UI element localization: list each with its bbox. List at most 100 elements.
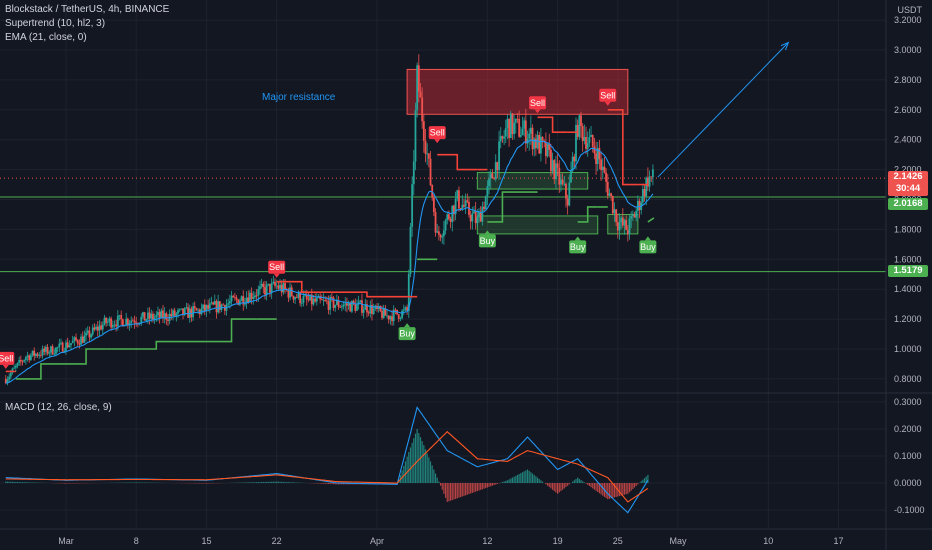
candle-body — [488, 178, 490, 187]
candle-body — [232, 295, 235, 298]
macd-legend[interactable]: MACD (12, 26, close, 9) — [5, 401, 112, 414]
candle-body — [434, 212, 437, 233]
macd-y-tick-label: 0.3000 — [894, 397, 922, 407]
candle-body — [367, 312, 370, 314]
candle-body — [501, 136, 504, 139]
candle-body — [100, 325, 103, 330]
candle-body — [48, 352, 51, 354]
candle-body — [9, 372, 12, 377]
candle-body — [120, 315, 123, 320]
candle-body — [496, 162, 499, 171]
candle-body — [539, 136, 542, 154]
candle-body — [106, 321, 109, 323]
candle-body — [421, 97, 424, 122]
candle-body — [91, 327, 94, 335]
signal-label: Sell — [269, 262, 284, 272]
candle-body — [464, 200, 467, 207]
candle-body — [529, 127, 532, 134]
candle-body — [591, 135, 594, 147]
candle-body — [235, 297, 238, 300]
macd-y-tick-label: 0.2000 — [894, 424, 922, 434]
supertrend-legend[interactable]: Supertrend (10, hl2, 3) — [5, 17, 105, 30]
candle-body — [417, 65, 420, 92]
candle-body — [573, 156, 576, 162]
y-tick-label: 2.6000 — [894, 105, 922, 115]
candle-body — [630, 216, 633, 219]
candle-body — [272, 281, 275, 284]
candle-body — [101, 324, 104, 330]
candle-body — [95, 326, 97, 330]
candle-body — [66, 342, 69, 348]
candle-body — [315, 297, 318, 302]
signal-label: Sell — [530, 98, 545, 108]
support-upper-tag: 2.0168 — [888, 198, 928, 210]
candle-body — [441, 236, 444, 238]
price-chart[interactable]: SellSellBuySellBuySellBuySellBuy 3.20003… — [0, 0, 932, 550]
candle-body — [259, 286, 261, 290]
candle-body — [456, 190, 459, 199]
candle-body — [65, 342, 67, 352]
candle-body — [325, 300, 328, 302]
candle-body — [150, 313, 153, 319]
candle-body — [553, 160, 556, 180]
candle-body — [26, 355, 29, 358]
candle-body — [335, 300, 338, 305]
candle-body — [381, 311, 383, 318]
candle-body — [541, 136, 544, 141]
candle-body — [180, 308, 183, 310]
candle-body — [519, 135, 522, 137]
candle-body — [228, 301, 231, 304]
candle-body — [643, 188, 646, 197]
candle-body — [565, 183, 567, 199]
candle-body — [71, 340, 74, 344]
candle-body — [359, 300, 362, 302]
candle-body — [8, 376, 11, 380]
candle-body — [633, 214, 636, 218]
candle-body — [56, 347, 59, 349]
candle-body — [121, 319, 124, 327]
candle-body — [391, 316, 393, 322]
resistance-zone — [406, 68, 629, 115]
candle-body — [83, 335, 86, 343]
candle-body — [436, 231, 439, 233]
candle-body — [177, 310, 179, 314]
candle-body — [570, 170, 572, 183]
candle-body — [90, 334, 92, 338]
ema-legend[interactable]: EMA (21, close, 0) — [5, 31, 87, 44]
candle-body — [513, 122, 516, 135]
candle-body — [585, 136, 587, 149]
candle-body — [538, 134, 541, 154]
candle-body — [618, 222, 621, 231]
candle-body — [240, 296, 243, 301]
candle-body — [361, 300, 363, 313]
last-price-tag: 2.1426 30:44 — [888, 171, 928, 196]
candle-body — [312, 298, 315, 305]
candle-body — [250, 292, 253, 299]
candle-body — [626, 229, 629, 235]
candle-body — [416, 65, 419, 111]
candle-body — [511, 113, 514, 135]
candle-body — [598, 148, 601, 160]
candle-body — [113, 324, 116, 326]
currency-label: USDT — [897, 5, 923, 15]
candle-body — [411, 184, 414, 227]
candle-body — [514, 118, 517, 123]
x-tick-label: 8 — [134, 536, 139, 546]
candle-body — [568, 182, 571, 206]
candle-body — [203, 304, 206, 311]
candle-body — [249, 292, 251, 303]
candle-body — [192, 306, 194, 318]
candle-body — [305, 295, 308, 300]
candle-body — [157, 312, 159, 316]
candle-body — [292, 295, 295, 300]
candle-body — [274, 281, 276, 286]
candle-body — [469, 214, 472, 222]
candle-body — [96, 326, 99, 331]
candle-body — [38, 354, 41, 356]
candle-body — [324, 299, 327, 301]
candle-body — [19, 359, 22, 362]
candle-body — [346, 303, 348, 306]
candle-body — [230, 295, 233, 302]
candle-body — [135, 322, 138, 324]
candle-body — [218, 301, 221, 310]
